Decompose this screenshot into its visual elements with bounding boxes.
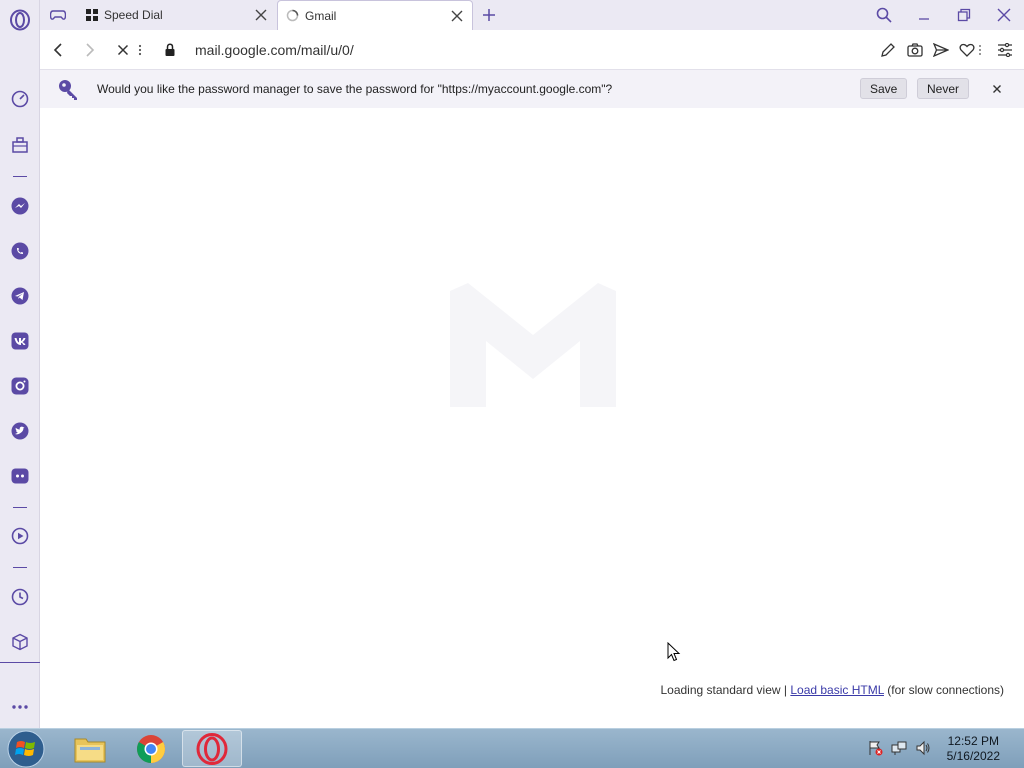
mouse-cursor-icon	[667, 641, 681, 662]
action-center-icon[interactable]	[866, 739, 884, 757]
stop-loading-icon[interactable]	[113, 40, 133, 60]
minimize-icon[interactable]	[912, 4, 936, 26]
volume-icon[interactable]	[914, 739, 932, 757]
search-tabs-icon[interactable]	[872, 4, 896, 26]
loading-spinner-icon	[286, 9, 299, 22]
restore-icon[interactable]	[952, 4, 976, 26]
page-content: Loading standard view | Load basic HTML …	[40, 108, 1024, 728]
clock-date: 5/16/2022	[946, 749, 1000, 763]
history-icon[interactable]	[8, 585, 32, 609]
chrome-icon[interactable]	[121, 730, 181, 767]
tab-bar: Speed Dial Gmail	[40, 0, 1024, 30]
telegram-icon[interactable]	[8, 284, 32, 308]
opera-menu-icon[interactable]	[8, 8, 32, 32]
tab-speed-dial[interactable]: Speed Dial	[78, 0, 276, 30]
back-icon[interactable]	[48, 40, 68, 60]
clock[interactable]: 12:52 PM 5/16/2022	[947, 734, 1000, 764]
opera-taskbar-icon[interactable]	[182, 730, 242, 767]
sidebar-bottom-divider	[0, 662, 40, 663]
edit-icon[interactable]	[878, 40, 898, 60]
close-window-icon[interactable]	[992, 4, 1016, 26]
address-menu-icon[interactable]	[136, 40, 144, 60]
game-controller-icon[interactable]	[46, 4, 70, 26]
network-icon[interactable]	[890, 739, 908, 757]
close-tab-icon[interactable]	[450, 9, 464, 23]
player-icon[interactable]	[8, 524, 32, 548]
sidebar-divider	[13, 567, 27, 568]
tab-label: Gmail	[305, 8, 337, 23]
clock-time: 12:52 PM	[947, 734, 999, 748]
heart-icon[interactable]	[957, 40, 977, 60]
vk-icon[interactable]	[8, 329, 32, 353]
sidebar-divider	[13, 507, 27, 508]
forward-icon[interactable]	[80, 40, 100, 60]
load-basic-html-link[interactable]: Load basic HTML	[790, 683, 884, 697]
lock-icon[interactable]	[160, 40, 180, 60]
easy-setup-icon[interactable]	[995, 40, 1015, 60]
more-icon[interactable]	[8, 695, 32, 719]
toolbar-separator-icon	[976, 40, 984, 60]
speedometer-icon[interactable]	[8, 87, 32, 111]
loading-suffix: (for slow connections)	[883, 683, 1004, 697]
password-manager-bar: Would you like the password manager to s…	[40, 70, 1024, 108]
briefcase-icon[interactable]	[8, 133, 32, 157]
address-bar: mail.google.com/mail/u/0/	[40, 30, 1024, 70]
url-field[interactable]: mail.google.com/mail/u/0/	[195, 42, 354, 58]
sidebar	[0, 0, 40, 728]
gmail-logo-icon	[448, 283, 618, 411]
discord-icon[interactable]	[8, 464, 32, 488]
speed-dial-icon	[86, 9, 98, 21]
taskbar: 12:52 PM 5/16/2022	[0, 728, 1024, 768]
messenger-icon[interactable]	[8, 194, 32, 218]
sidebar-divider	[13, 176, 27, 177]
password-prompt-text: Would you like the password manager to s…	[97, 82, 613, 96]
key-icon	[58, 79, 78, 100]
save-password-button[interactable]: Save	[860, 78, 908, 99]
loading-prefix: Loading standard view |	[660, 683, 791, 697]
close-tab-icon[interactable]	[254, 8, 268, 22]
send-icon[interactable]	[931, 40, 951, 60]
file-explorer-icon[interactable]	[60, 730, 120, 767]
instagram-icon[interactable]	[8, 374, 32, 398]
tab-gmail[interactable]: Gmail	[277, 0, 473, 30]
start-button[interactable]	[6, 730, 46, 768]
camera-icon[interactable]	[905, 40, 925, 60]
twitter-icon[interactable]	[8, 419, 32, 443]
whatsapp-icon[interactable]	[8, 239, 32, 263]
never-save-button[interactable]: Never	[917, 78, 970, 99]
tab-label: Speed Dial	[104, 8, 163, 22]
loading-message: Loading standard view | Load basic HTML …	[660, 683, 1004, 697]
new-tab-icon[interactable]	[477, 4, 501, 26]
close-password-bar-icon[interactable]	[990, 82, 1004, 96]
box-icon[interactable]	[8, 630, 32, 654]
